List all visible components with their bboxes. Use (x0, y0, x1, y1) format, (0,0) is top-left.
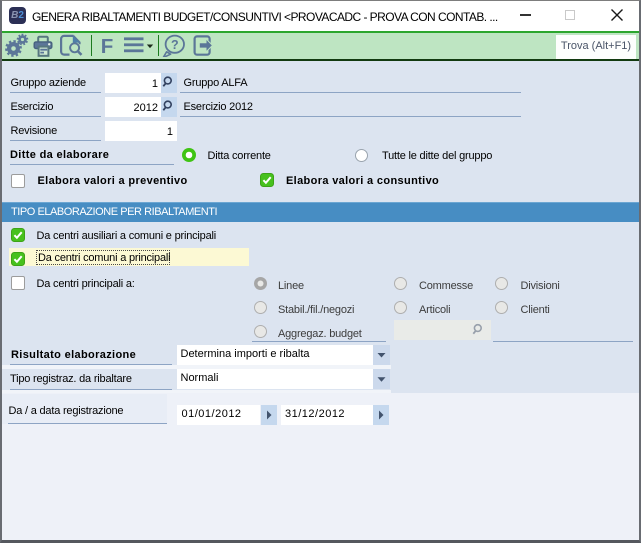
svg-text:F: F (101, 35, 114, 57)
svg-text:?: ? (171, 38, 179, 52)
